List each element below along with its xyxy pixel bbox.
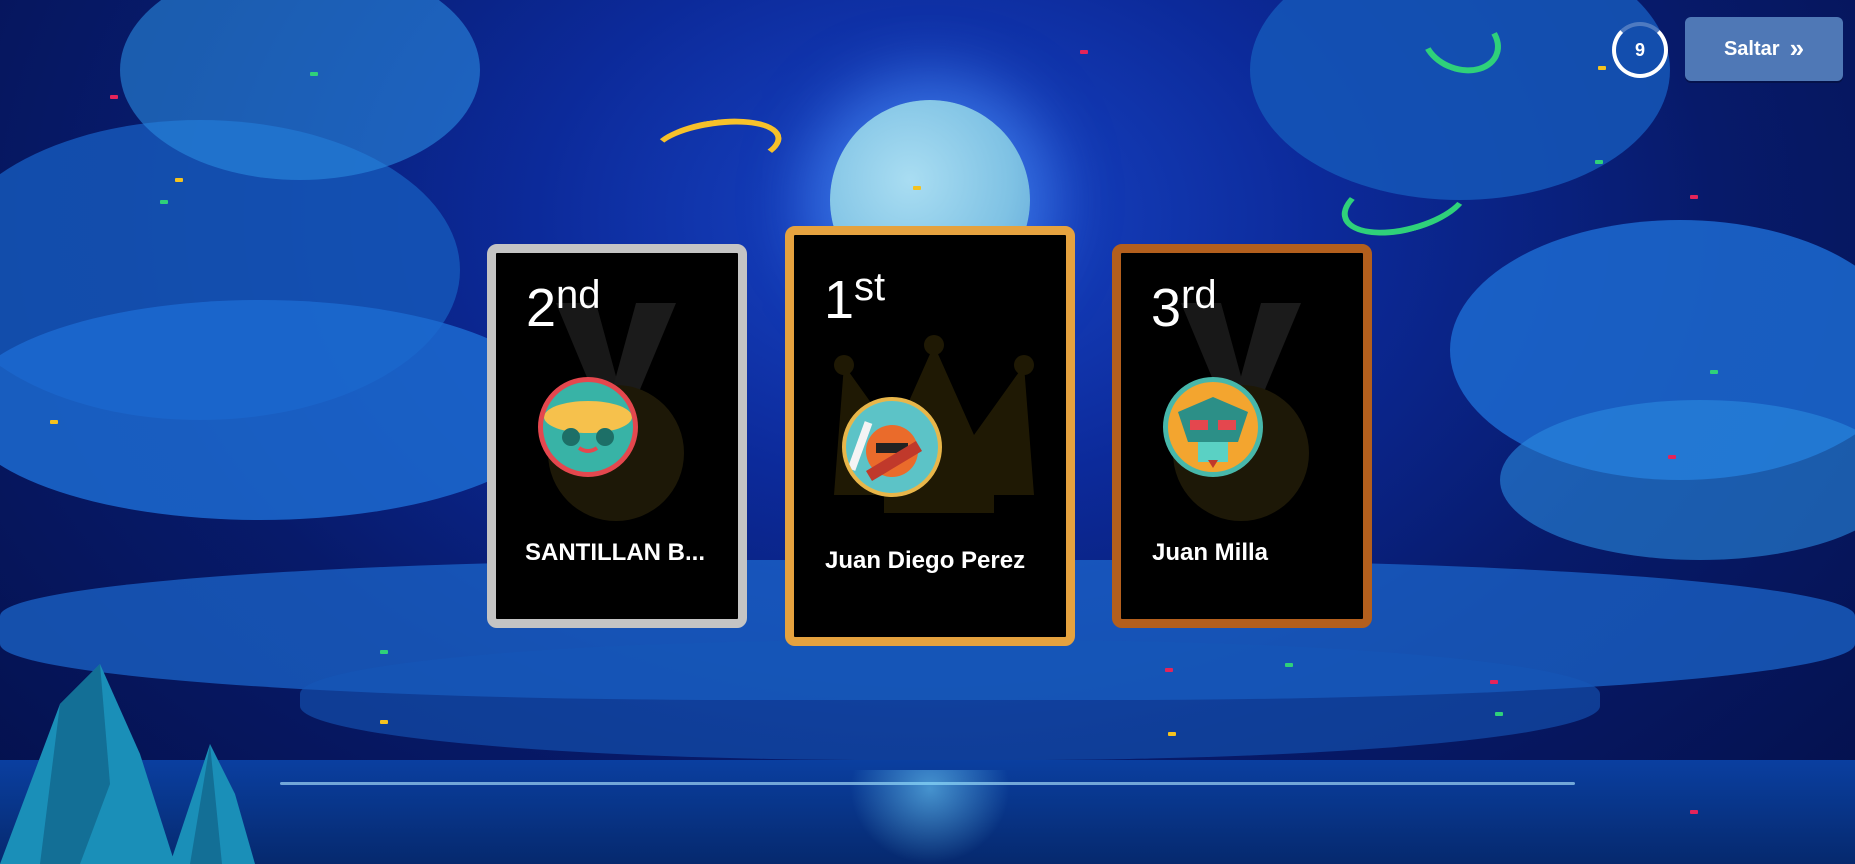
skip-button-label: Saltar — [1723, 37, 1780, 60]
moon-reflection — [850, 770, 1010, 864]
confetti — [1598, 66, 1606, 70]
podium-card-second: 2nd SANTILLAN B... — [487, 244, 747, 628]
confetti — [1595, 160, 1603, 164]
confetti — [50, 420, 58, 424]
streamer — [647, 111, 785, 181]
confetti — [1490, 680, 1498, 684]
confetti — [1690, 195, 1698, 199]
confetti — [1690, 810, 1698, 814]
player-avatar — [842, 397, 942, 497]
confetti — [380, 650, 388, 654]
place-label: 3rd — [1151, 273, 1217, 338]
confetti — [175, 178, 183, 182]
confetti — [110, 95, 118, 99]
cloud-band — [300, 640, 1600, 760]
countdown-value: 9 — [1634, 39, 1645, 60]
rock-formation — [0, 664, 255, 864]
double-chevron-right-icon: » — [1789, 32, 1805, 63]
cloud — [0, 300, 560, 520]
place-label: 2nd — [526, 273, 601, 338]
confetti — [310, 72, 318, 76]
podium-card-first: 1st Juan Diego Perez — [785, 226, 1075, 646]
countdown-timer: 9 — [1612, 22, 1668, 78]
confetti — [1165, 668, 1173, 672]
player-name: Juan Diego Perez — [825, 547, 1026, 574]
confetti — [1080, 50, 1088, 54]
player-avatar — [538, 377, 638, 477]
player-avatar — [1163, 377, 1263, 477]
confetti — [160, 200, 168, 204]
player-name: SANTILLAN B... — [525, 539, 705, 566]
confetti — [1285, 663, 1293, 667]
confetti — [1668, 455, 1676, 459]
confetti — [913, 186, 921, 190]
player-name: Juan Milla — [1152, 539, 1269, 566]
confetti — [1168, 732, 1176, 736]
skip-button[interactable]: Saltar » — [1685, 17, 1843, 81]
confetti — [1495, 712, 1503, 716]
podium-card-third: 3rd Juan Milla — [1112, 244, 1372, 628]
confetti — [1710, 370, 1718, 374]
place-label: 1st — [824, 265, 886, 330]
confetti — [380, 720, 388, 724]
